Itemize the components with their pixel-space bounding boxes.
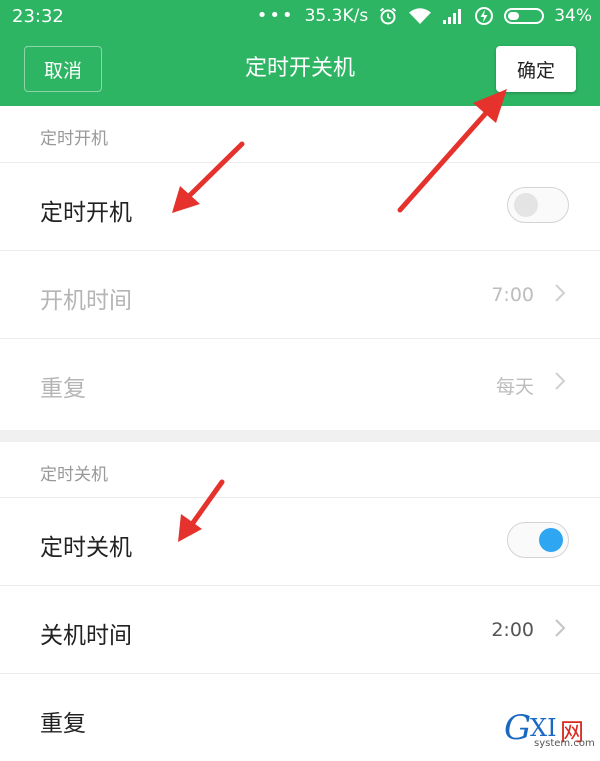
power-on-section-header: 定时开机 bbox=[0, 106, 600, 162]
battery-icon bbox=[504, 7, 545, 24]
power-off-section-title: 定时关机 bbox=[40, 465, 108, 485]
network-speed: 35.3K/s bbox=[304, 5, 369, 26]
power-on-repeat-value: 每天 bbox=[495, 376, 534, 398]
charging-icon bbox=[475, 6, 494, 25]
power-on-toggle-row[interactable]: 定时开机 bbox=[0, 162, 600, 250]
power-on-repeat-row[interactable]: 重复 每天 bbox=[0, 338, 600, 426]
power-off-toggle[interactable] bbox=[507, 522, 569, 558]
watermark-g: G bbox=[504, 708, 532, 748]
battery-level bbox=[508, 11, 520, 20]
power-off-toggle-row[interactable]: 定时关机 bbox=[0, 497, 600, 585]
chevron-right-icon bbox=[555, 619, 566, 637]
status-bar: 23:32 ••• 35.3K/s 34% bbox=[0, 0, 600, 32]
power-on-time-label: 开机时间 bbox=[40, 288, 132, 314]
toggle-knob bbox=[514, 193, 538, 217]
power-off-section-header: 定时关机 bbox=[0, 442, 600, 498]
power-on-time-row[interactable]: 开机时间 7:00 bbox=[0, 250, 600, 338]
power-on-repeat-label: 重复 bbox=[40, 376, 86, 402]
power-on-section-title: 定时开机 bbox=[40, 129, 108, 149]
chevron-right-icon bbox=[555, 284, 566, 302]
chevron-right-icon bbox=[555, 372, 566, 390]
status-icons: ••• 35.3K/s 34% bbox=[257, 5, 592, 26]
confirm-button[interactable]: 确定 bbox=[496, 46, 576, 92]
watermark-url: system.com bbox=[534, 738, 595, 749]
power-on-time-value: 7:00 bbox=[491, 284, 534, 306]
title-bar: 取消 定时开关机 确定 bbox=[0, 32, 600, 106]
power-off-time-row[interactable]: 关机时间 2:00 bbox=[0, 585, 600, 673]
power-off-time-label: 关机时间 bbox=[40, 623, 132, 649]
watermark-logo: G XI 网 system.com bbox=[500, 708, 600, 752]
alarm-icon bbox=[380, 7, 397, 24]
power-on-toggle[interactable] bbox=[507, 187, 569, 223]
section-divider bbox=[0, 430, 600, 442]
wifi-icon bbox=[409, 7, 432, 24]
power-on-toggle-label: 定时开机 bbox=[40, 200, 132, 226]
signal-icon bbox=[443, 8, 462, 24]
battery-percent: 34% bbox=[554, 5, 592, 26]
notification-dots: ••• bbox=[256, 5, 295, 26]
toggle-knob bbox=[539, 528, 563, 552]
power-off-repeat-label: 重复 bbox=[40, 711, 86, 737]
power-off-toggle-label: 定时关机 bbox=[40, 535, 132, 561]
power-off-time-value: 2:00 bbox=[491, 619, 534, 641]
status-time: 23:32 bbox=[12, 6, 64, 27]
